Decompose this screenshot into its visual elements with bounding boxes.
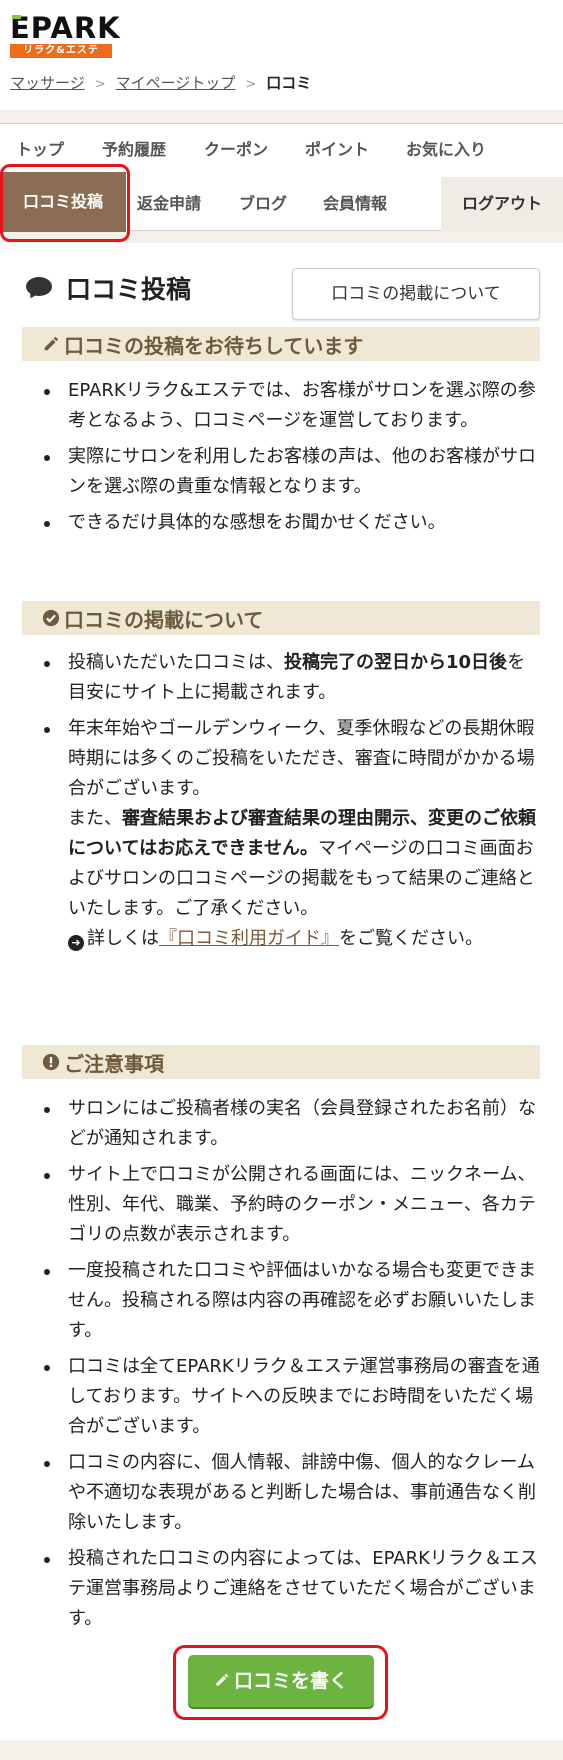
page-title: 口コミ投稿 (66, 275, 192, 304)
section-heading-invite: 口コミの投稿をお待ちしています (22, 327, 540, 361)
text: をご覧ください。 (339, 928, 483, 949)
text: 年末年始やゴールデンウィーク、夏季休暇などの長期休暇時期には多くのご投稿をいただ… (68, 718, 535, 799)
logo-accent-mark (12, 15, 21, 19)
speech-bubble-icon (26, 277, 54, 299)
footer-strip (0, 1740, 563, 1760)
list-item: 投稿された口コミの内容によっては、EPARKリラク＆エステ運営事務局よりご連絡を… (40, 1544, 540, 1634)
text: また、 (68, 808, 122, 829)
text: 詳しくは (87, 928, 159, 949)
review-guide-link[interactable]: 『口コミ利用ガイド』 (159, 928, 339, 949)
list-item: 口コミの内容に、個人情報、誹謗中傷、個人的なクレームや不適切な表現があると判断し… (40, 1448, 540, 1538)
list-item: サイト上で口コミが公開される画面には、ニックネーム、性別、年代、職業、予約時のク… (40, 1160, 540, 1250)
highlight-ring-write (173, 1645, 388, 1720)
section-heading-publication: 口コミの掲載について (22, 601, 540, 635)
arrow-right-circle-icon: ➜ (68, 935, 84, 951)
breadcrumb-separator: > (94, 77, 106, 92)
list-item: 年末年始やゴールデンウィーク、夏季休暇などの長期休暇時期には多くのご投稿をいただ… (40, 714, 540, 954)
breadcrumb-separator: > (245, 77, 257, 92)
site-logo[interactable]: EPARK リラク&エステ (10, 11, 121, 59)
list-item: 口コミは全てEPARKリラク＆エステ運営事務局の審査を通しております。サイトへの… (40, 1352, 540, 1442)
check-circle-icon (42, 609, 60, 627)
list-item: サロンにはご投稿者様の実名（会員登録されたお名前）などが通知されます。 (40, 1094, 540, 1154)
nav-item-coupon[interactable]: クーポン (204, 124, 268, 176)
list-item: 実際にサロンを利用したお客様の声は、他のお客様がサロンを選ぶ際の貴重な情報となり… (40, 442, 540, 502)
exclamation-circle-icon (42, 1053, 60, 1071)
breadcrumb: マッサージ > マイページトップ > 口コミ (10, 72, 311, 96)
nav-item-member-info[interactable]: 会員情報 (323, 176, 387, 232)
section-heading-text: ご注意事項 (64, 1051, 164, 1076)
breadcrumb-link-mypage[interactable]: マイページトップ (116, 74, 236, 92)
nav-item-refund[interactable]: 返金申請 (137, 176, 201, 232)
page-title-row: 口コミ投稿 (26, 268, 191, 308)
breadcrumb-current: 口コミ (266, 74, 312, 92)
logo-subtitle: リラク&エステ (10, 44, 112, 58)
section-list-invite: EPARKリラク&エステでは、お客様がサロンを選ぶ際の参考となるよう、口コミペー… (40, 376, 540, 544)
text: 投稿いただいた口コミは、 (68, 652, 284, 673)
pencil-icon (44, 336, 59, 351)
logo-text: EPARK (10, 11, 121, 45)
header: EPARK リラク&エステ マッサージ > マイページトップ > 口コミ (0, 0, 563, 110)
highlight-ring-nav (0, 164, 130, 242)
list-item: EPARKリラク&エステでは、お客様がサロンを選ぶ際の参考となるよう、口コミペー… (40, 376, 540, 436)
nav-item-favorites[interactable]: お気に入り (406, 124, 486, 176)
list-item: 一度投稿された口コミや評価はいかなる場合も変更できません。投稿される際は内容の再… (40, 1256, 540, 1346)
nav-item-points[interactable]: ポイント (305, 124, 369, 176)
list-item: 投稿いただいた口コミは、投稿完了の翌日から10日後を目安にサイト上に掲載されます… (40, 648, 540, 708)
about-review-posting-button[interactable]: 口コミの掲載について (292, 268, 540, 320)
logout-button[interactable]: ログアウト (441, 177, 563, 231)
bold-text: 投稿完了の翌日から10日後 (284, 652, 508, 673)
section-heading-notes: ご注意事項 (22, 1045, 540, 1079)
breadcrumb-link-massage[interactable]: マッサージ (10, 74, 85, 92)
section-heading-text: 口コミの投稿をお待ちしています (64, 333, 364, 358)
section-list-notes: サロンにはご投稿者様の実名（会員登録されたお名前）などが通知されます。 サイト上… (40, 1094, 540, 1640)
nav-item-blog[interactable]: ブログ (239, 176, 287, 232)
section-heading-text: 口コミの掲載について (64, 607, 264, 632)
list-item: できるだけ具体的な感想をお聞かせください。 (40, 508, 540, 538)
section-list-publication: 投稿いただいた口コミは、投稿完了の翌日から10日後を目安にサイト上に掲載されます… (40, 648, 540, 960)
